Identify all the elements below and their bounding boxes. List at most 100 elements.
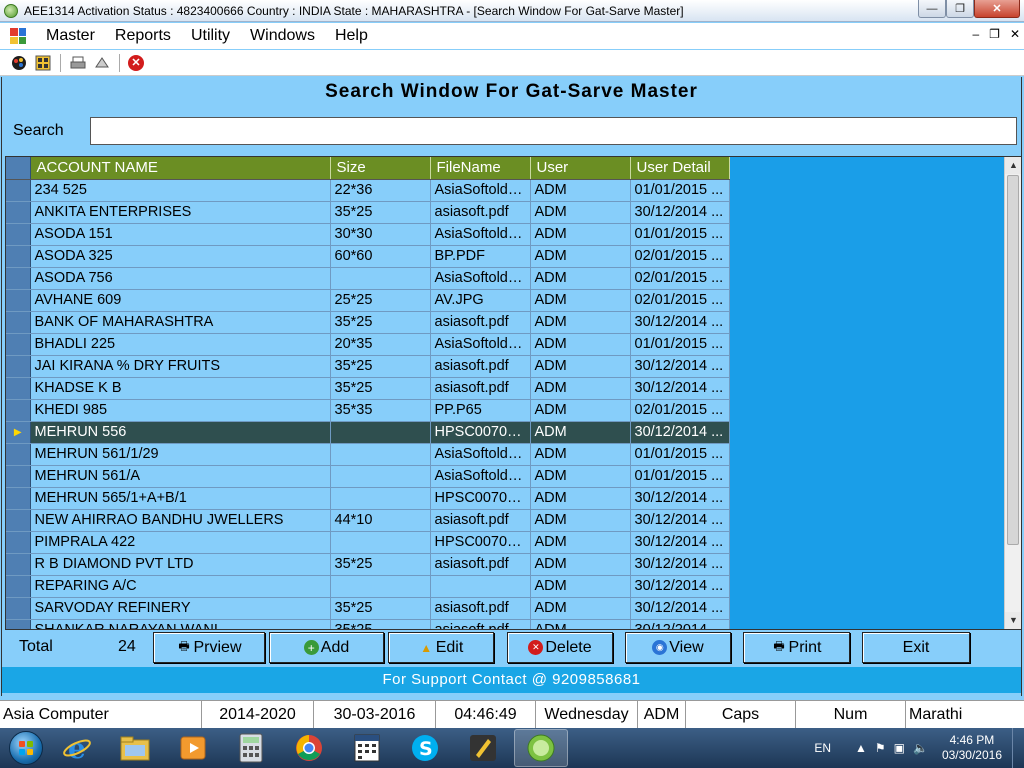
- row-selector[interactable]: [6, 465, 31, 488]
- menu-help[interactable]: Help: [325, 27, 378, 45]
- network-icon[interactable]: ▣: [894, 741, 905, 755]
- row-selector[interactable]: [6, 179, 31, 202]
- row-selector[interactable]: [6, 289, 31, 312]
- preview-button[interactable]: 🖶 Prview: [153, 632, 265, 663]
- mdi-minimize-button[interactable]: –: [972, 27, 979, 41]
- color-palette-icon[interactable]: [10, 54, 28, 72]
- table-row[interactable]: KHADSE K B 35*25 asiasoft.pdf ADM 30/12/2014…: [6, 377, 730, 400]
- table-row[interactable]: KHEDI 985 35*35 PP.P65 ADM 02/01/2015 ...: [6, 399, 730, 422]
- row-selector[interactable]: [6, 531, 31, 554]
- mdi-child-icon[interactable]: [10, 28, 26, 44]
- vertical-scrollbar[interactable]: ▲ ▼: [1004, 157, 1021, 629]
- column-header-size[interactable]: Size: [330, 157, 431, 180]
- minimize-button[interactable]: —: [918, 0, 946, 18]
- media-player-icon[interactable]: [166, 729, 220, 767]
- menu-master[interactable]: Master: [36, 27, 105, 45]
- menu-windows[interactable]: Windows: [240, 27, 325, 45]
- row-selector[interactable]: [6, 223, 31, 246]
- chrome-icon[interactable]: [282, 729, 336, 767]
- scroll-up-icon[interactable]: ▲: [1005, 157, 1021, 174]
- cell-user-detail: 30/12/2014 ...: [630, 531, 730, 554]
- row-selector[interactable]: [6, 333, 31, 356]
- action-center-flag-icon[interactable]: ⚑: [875, 741, 886, 755]
- row-selector[interactable]: ▶: [6, 421, 31, 444]
- language-indicator[interactable]: EN: [814, 741, 831, 755]
- search-input[interactable]: [90, 117, 1017, 145]
- maximize-button[interactable]: ❐: [946, 0, 974, 18]
- table-row[interactable]: SHANKAR NARAYAN WANI 35*25 asiasoft.pdf ADM…: [6, 619, 730, 629]
- table-row[interactable]: ▶ MEHRUN 556 HPSC0070.pdf ADM 30/12/2014 ...: [6, 421, 730, 444]
- table-row[interactable]: JAI KIRANA % DRY FRUITS 35*25 asiasoft.pdf…: [6, 355, 730, 378]
- cell-size: 35*25: [330, 597, 431, 620]
- asia-software-icon[interactable]: [514, 729, 568, 767]
- tool-icon[interactable]: [456, 729, 510, 767]
- row-selector[interactable]: [6, 311, 31, 334]
- column-header-filename[interactable]: FileName: [430, 157, 531, 180]
- column-header-user[interactable]: User: [530, 157, 631, 180]
- add-button[interactable]: + Add: [269, 632, 384, 663]
- row-selector[interactable]: [6, 245, 31, 268]
- row-selector[interactable]: [6, 201, 31, 224]
- scroll-down-icon[interactable]: ▼: [1005, 612, 1021, 629]
- table-row[interactable]: SARVODAY REFINERY 35*25 asiasoft.pdf ADM 30/…: [6, 597, 730, 620]
- row-selector[interactable]: [6, 399, 31, 422]
- column-header-user-detail[interactable]: User Detail: [630, 157, 730, 180]
- tray-expand-icon[interactable]: ▲: [855, 741, 867, 755]
- scroll-thumb[interactable]: [1007, 175, 1019, 545]
- row-selector[interactable]: [6, 377, 31, 400]
- column-header-account-name[interactable]: ACCOUNT NAME: [30, 157, 331, 180]
- print-button[interactable]: 🖶 Print: [743, 632, 850, 663]
- printer-icon[interactable]: [69, 54, 87, 72]
- delete-button[interactable]: ✕ Delete: [507, 632, 613, 663]
- ie-icon[interactable]: e: [50, 729, 104, 767]
- calculator-tool-icon[interactable]: [34, 54, 52, 72]
- table-row[interactable]: ASODA 756 AsiaSoftold.pdf ADM 02/01/2015 ..…: [6, 267, 730, 290]
- cell-user-detail: 02/01/2015 ...: [630, 267, 730, 290]
- table-row[interactable]: BANK OF MAHARASHTRA 35*25 asiasoft.pdf ADM 3…: [6, 311, 730, 334]
- edit-button[interactable]: ▲ Edit: [388, 632, 494, 663]
- table-row[interactable]: REPARING A/C ADM 30/12/2014 ...: [6, 575, 730, 598]
- table-row[interactable]: 234 525 22*36 AsiaSoftold.pdf ADM 01/01/2015…: [6, 179, 730, 202]
- menu-utility[interactable]: Utility: [181, 27, 240, 45]
- print-setup-icon[interactable]: [93, 54, 111, 72]
- table-row[interactable]: MEHRUN 561/A AsiaSoftold.pdf ADM 01/01/2015…: [6, 465, 730, 488]
- cell-account-name: BANK OF MAHARASHTRA: [30, 311, 331, 334]
- table-row[interactable]: R B DIAMOND PVT LTD 35*25 asiasoft.pdf ADM 3…: [6, 553, 730, 576]
- row-selector[interactable]: [6, 619, 31, 629]
- folder-icon[interactable]: [108, 729, 162, 767]
- data-grid[interactable]: ACCOUNT NAME Size FileName User User Det…: [5, 156, 1022, 630]
- table-row[interactable]: AVHANE 609 25*25 AV.JPG ADM 02/01/2015 ...: [6, 289, 730, 312]
- calendar-app-icon[interactable]: [340, 729, 394, 767]
- view-button[interactable]: ◉ View: [625, 632, 731, 663]
- menu-reports[interactable]: Reports: [105, 27, 181, 45]
- table-row[interactable]: PIMPRALA 422 HPSC0070.pdf ADM 30/12/2014 ..…: [6, 531, 730, 554]
- show-desktop-button[interactable]: [1012, 728, 1024, 768]
- exit-button[interactable]: Exit: [862, 632, 970, 663]
- skype-icon[interactable]: S: [398, 729, 452, 767]
- row-selector[interactable]: [6, 509, 31, 532]
- table-row[interactable]: MEHRUN 561/1/29 AsiaSoftold.pdf ADM 01/01/2…: [6, 443, 730, 466]
- row-selector[interactable]: [6, 355, 31, 378]
- row-selector[interactable]: [6, 267, 31, 290]
- grid-body: 234 525 22*36 AsiaSoftold.pdf ADM 01/01/2015…: [6, 179, 730, 629]
- mdi-close-button[interactable]: ✕: [1010, 27, 1020, 41]
- close-button[interactable]: ✕: [974, 0, 1020, 18]
- start-button[interactable]: [4, 728, 48, 768]
- row-selector[interactable]: [6, 443, 31, 466]
- calculator-icon[interactable]: [224, 729, 278, 767]
- row-selector[interactable]: [6, 597, 31, 620]
- taskbar-clock[interactable]: 4:46 PM 03/30/2016: [942, 733, 1002, 763]
- table-row[interactable]: ASODA 151 30*30 AsiaSoftold.pdf ADM 01/01/20…: [6, 223, 730, 246]
- table-row[interactable]: BHADLI 225 20*35 AsiaSoftold.pdf ADM 01/01/2…: [6, 333, 730, 356]
- table-row[interactable]: ASODA 325 60*60 BP.PDF ADM 02/01/2015 ...: [6, 245, 730, 268]
- table-row[interactable]: MEHRUN 565/1+A+B/1 HPSC0070.pdf ADM 30/12/2…: [6, 487, 730, 510]
- row-selector[interactable]: [6, 553, 31, 576]
- volume-icon[interactable]: 🔈: [913, 741, 928, 755]
- mdi-restore-button[interactable]: ❐: [989, 27, 1000, 41]
- form-title: Search Window For Gat-Sarve Master: [325, 81, 698, 102]
- row-selector[interactable]: [6, 575, 31, 598]
- table-row[interactable]: NEW AHIRRAO BANDHU JWELLERS 44*10 asiasoft…: [6, 509, 730, 532]
- table-row[interactable]: ANKITA ENTERPRISES 35*25 asiasoft.pdf ADM 30…: [6, 201, 730, 224]
- row-selector[interactable]: [6, 487, 31, 510]
- exit-icon[interactable]: ✕: [128, 54, 144, 71]
